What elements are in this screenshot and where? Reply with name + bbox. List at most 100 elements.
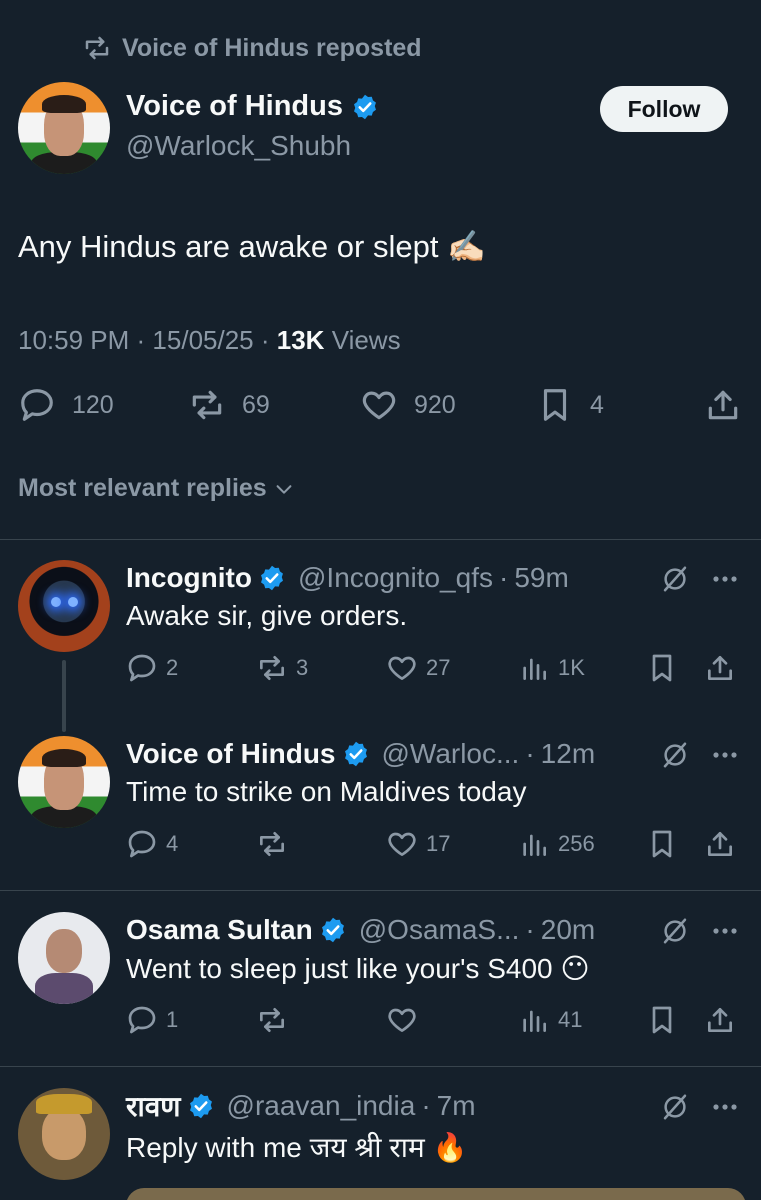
verified-badge-icon bbox=[261, 565, 283, 591]
views-chart-icon bbox=[523, 1010, 546, 1032]
thread-connector bbox=[62, 660, 66, 732]
views-count: 41 bbox=[558, 1007, 583, 1032]
verified-badge-icon bbox=[321, 917, 344, 943]
bookmark-icon bbox=[543, 389, 567, 421]
reply-action-bar: 2 3 27 1K bbox=[126, 652, 741, 692]
bookmark-icon[interactable] bbox=[646, 828, 678, 860]
tweet-time[interactable]: 10:59 PM bbox=[18, 325, 129, 355]
share-icon bbox=[708, 390, 738, 420]
reply-header: रावण @raavan_india · 7m bbox=[126, 1088, 476, 1124]
views-count: 13K bbox=[276, 325, 325, 355]
reply-time[interactable]: 7m bbox=[437, 1090, 476, 1122]
heart-icon bbox=[388, 832, 416, 856]
repost-count: 3 bbox=[296, 655, 309, 680]
reply-author-handle[interactable]: @Warloc... bbox=[382, 738, 520, 770]
bookmark-icon[interactable] bbox=[646, 652, 678, 684]
repost-button[interactable]: 3 bbox=[256, 652, 308, 684]
reply-icon bbox=[21, 389, 53, 421]
views-button[interactable]: 41 bbox=[518, 1004, 582, 1036]
divider bbox=[0, 890, 761, 891]
reply-time[interactable]: 20m bbox=[541, 914, 595, 946]
reply-text: Reply with me जय श्री राम 🔥 bbox=[126, 1132, 468, 1163]
reply-count: 120 bbox=[72, 390, 114, 419]
views-label: Views bbox=[331, 325, 401, 355]
divider bbox=[0, 539, 761, 540]
views-chart-icon bbox=[523, 834, 546, 856]
grok-icon[interactable] bbox=[660, 1092, 690, 1122]
replies-sort-dropdown[interactable]: Most relevant replies bbox=[18, 474, 295, 503]
reply-button[interactable]: 4 bbox=[126, 828, 178, 860]
repost-button[interactable] bbox=[256, 1004, 296, 1036]
share-icon[interactable] bbox=[704, 828, 736, 860]
share-icon[interactable] bbox=[704, 1004, 736, 1036]
reply-author-handle[interactable]: @Incognito_qfs bbox=[298, 562, 493, 594]
reply-author-name[interactable]: Voice of Hindus bbox=[126, 738, 336, 770]
reply-icon bbox=[128, 830, 156, 858]
grok-icon[interactable] bbox=[660, 564, 690, 594]
reply-count: 4 bbox=[166, 831, 179, 856]
tweet-date[interactable]: 15/05/25 bbox=[152, 325, 253, 355]
grok-icon[interactable] bbox=[660, 916, 690, 946]
reply-count: 1 bbox=[166, 1007, 179, 1032]
repost-button[interactable] bbox=[256, 828, 296, 860]
bookmark-icon[interactable] bbox=[646, 1004, 678, 1036]
tweet-detail-page: Voice of Hindus reposted Voice of Hindus… bbox=[0, 0, 761, 1200]
like-button[interactable]: 920 bbox=[360, 386, 456, 424]
reply-avatar[interactable] bbox=[18, 912, 110, 1004]
repost-indicator[interactable]: Voice of Hindus reposted bbox=[82, 30, 422, 66]
more-options-icon[interactable] bbox=[708, 1092, 742, 1122]
reply-author-name[interactable]: Osama Sultan bbox=[126, 914, 313, 946]
reply-text: Went to sleep just like your's S400 😶 bbox=[126, 953, 590, 984]
reply-author-handle[interactable]: @raavan_india bbox=[227, 1090, 416, 1122]
author-handle[interactable]: @Warlock_Shubh bbox=[126, 130, 351, 162]
reply-time[interactable]: 12m bbox=[541, 738, 595, 770]
reply-author-name[interactable]: रावण bbox=[126, 1087, 181, 1125]
author-avatar[interactable] bbox=[18, 82, 110, 174]
grok-icon[interactable] bbox=[660, 740, 690, 770]
verified-badge-icon bbox=[189, 1093, 212, 1119]
reply-author-name[interactable]: Incognito bbox=[126, 562, 252, 594]
divider bbox=[0, 1066, 761, 1067]
author-name-text: Voice of Hindus bbox=[126, 90, 343, 122]
repost-icon bbox=[260, 1008, 284, 1032]
like-count: 17 bbox=[426, 831, 451, 856]
reply-button[interactable]: 120 bbox=[18, 386, 114, 424]
follow-button[interactable]: Follow bbox=[600, 86, 728, 132]
reply-time[interactable]: 59m bbox=[514, 562, 568, 594]
like-count: 27 bbox=[426, 655, 451, 680]
views-chart-icon bbox=[523, 658, 546, 680]
reply-author-handle[interactable]: @OsamaS... bbox=[359, 914, 520, 946]
reply-avatar[interactable] bbox=[18, 560, 110, 652]
bookmark-button[interactable]: 4 bbox=[536, 386, 604, 424]
replies-sort-label: Most relevant replies bbox=[18, 474, 267, 502]
reply-icon bbox=[128, 654, 156, 682]
views-button[interactable]: 256 bbox=[518, 828, 595, 860]
reply-button[interactable]: 2 bbox=[126, 652, 178, 684]
like-button[interactable]: 17 bbox=[386, 828, 450, 860]
reply-text: Awake sir, give orders. bbox=[126, 600, 408, 631]
reply-media-preview[interactable] bbox=[126, 1188, 746, 1200]
like-count: 920 bbox=[414, 390, 456, 419]
like-button[interactable]: 27 bbox=[386, 652, 450, 684]
views-button[interactable]: 1K bbox=[518, 652, 585, 684]
like-button[interactable] bbox=[386, 1004, 426, 1036]
reply-button[interactable]: 1 bbox=[126, 1004, 178, 1036]
repost-button[interactable]: 69 bbox=[188, 386, 270, 424]
reply-header: Incognito @Incognito_qfs · 59m bbox=[126, 562, 569, 594]
reply-avatar[interactable] bbox=[18, 736, 110, 828]
more-options-icon[interactable] bbox=[708, 740, 742, 770]
tweet-action-bar: 120 69 920 4 bbox=[18, 386, 743, 434]
views-count: 1K bbox=[558, 655, 585, 680]
reply-avatar[interactable] bbox=[18, 1088, 110, 1180]
reply-header: Osama Sultan @OsamaS... · 20m bbox=[126, 914, 596, 946]
heart-icon bbox=[388, 656, 416, 680]
more-options-icon[interactable] bbox=[708, 916, 742, 946]
reply-count: 2 bbox=[166, 655, 179, 680]
repost-icon bbox=[192, 390, 222, 420]
chevron-down-icon bbox=[276, 484, 292, 494]
author-name[interactable]: Voice of Hindus bbox=[126, 90, 379, 123]
share-icon[interactable] bbox=[704, 652, 736, 684]
more-options-icon[interactable] bbox=[708, 564, 742, 594]
reply-icon bbox=[128, 1006, 156, 1034]
share-button[interactable] bbox=[704, 386, 742, 424]
